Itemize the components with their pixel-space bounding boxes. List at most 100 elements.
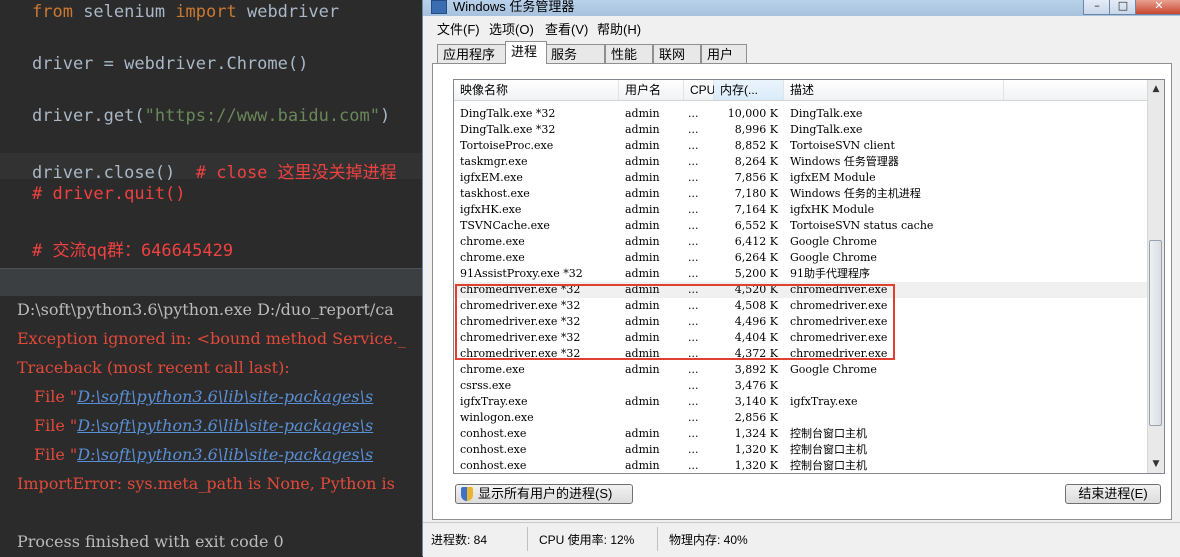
cell-description: igfxEM Module: [790, 171, 876, 184]
code-line-4[interactable]: driver.close() # close 这里没关掉进程: [32, 158, 397, 183]
table-row[interactable]: csrss.exe... 3,476 K: [454, 378, 1148, 394]
table-row[interactable]: DingTalk.exe *32 admin... 10,000 K DingTalk…: [454, 106, 1148, 122]
table-row[interactable]: taskhost.exe admin... 7,180 K Windows 任务的主机…: [454, 186, 1148, 202]
menu-file[interactable]: 文件(F): [437, 19, 480, 38]
close-button[interactable]: ✕: [1135, 0, 1180, 15]
cell-memory: 6,552 K: [734, 219, 778, 232]
table-row[interactable]: chromedriver.exe *32 admin... 4,496 K chrom…: [454, 314, 1148, 330]
table-row[interactable]: igfxEM.exe admin... 7,856 K igfxEM Module: [454, 170, 1148, 186]
code-line-3[interactable]: driver.get("https://www.baidu.com"): [32, 106, 390, 126]
end-process-button[interactable]: 结束进程(E): [1065, 484, 1161, 504]
table-row[interactable]: TortoiseProc.exe admin... 8,852 K TortoiseS…: [454, 138, 1148, 154]
menu-options[interactable]: 选项(O): [489, 19, 534, 38]
column-image-name[interactable]: 映像名称: [454, 80, 619, 100]
column-cpu[interactable]: CPU: [684, 80, 715, 100]
cell-description: chromedriver.exe: [790, 347, 888, 360]
tab-users[interactable]: 用户: [701, 44, 747, 63]
title-bar[interactable]: Windows 任务管理器 – □ ✕: [423, 0, 1180, 16]
show-all-users-button[interactable]: 显示所有用户的进程(S): [455, 484, 633, 504]
table-row[interactable]: igfxHK.exe admin... 7,164 K igfxHK Module: [454, 202, 1148, 218]
cell-description: igfxHK Module: [790, 203, 875, 216]
table-row[interactable]: igfxTray.exe admin... 3,140 K igfxTray.exe: [454, 394, 1148, 410]
table-row[interactable]: 91AssistProxy.exe *32 admin... 5,200 K 91助手…: [454, 266, 1148, 282]
code-keyword: from: [32, 2, 73, 22]
cell-memory: 6,264 K: [734, 251, 778, 264]
cell-user: admin: [625, 187, 660, 200]
code-text: webdriver: [236, 2, 340, 22]
menu-help[interactable]: 帮助(H): [597, 19, 641, 38]
minimize-button[interactable]: –: [1083, 0, 1111, 15]
file-link[interactable]: D:\soft\python3.6\lib\site-packages\s: [77, 445, 373, 464]
cell-memory: 7,180 K: [734, 187, 778, 200]
code-line-2[interactable]: driver = webdriver.Chrome(): [32, 54, 308, 74]
run-console[interactable]: D:\soft\python3.6\python.exe D:/duo_repo…: [0, 296, 430, 556]
table-row[interactable]: conhost.exe admin... 1,320 K 控制台窗口主机: [454, 442, 1148, 458]
tab-services[interactable]: 服务: [545, 44, 605, 63]
cell-image-name: 91AssistProxy.exe *32: [460, 267, 583, 280]
tab-processes[interactable]: 进程: [505, 41, 547, 64]
table-row[interactable]: TSVNCache.exe admin... 6,552 K TortoiseSVN …: [454, 218, 1148, 234]
code-comment: # 交流qq群：646645429: [32, 241, 234, 261]
code-line-6[interactable]: # 交流qq群：646645429: [32, 236, 233, 261]
task-manager-icon: [431, 0, 447, 14]
code-text: driver.get(: [32, 106, 145, 126]
column-description[interactable]: 描述: [784, 80, 1004, 100]
tab-networking[interactable]: 联网: [653, 44, 701, 63]
status-cpu-usage: CPU 使用率: 12%: [539, 533, 635, 547]
cell-user: admin: [625, 315, 660, 328]
cell-cpu: ...: [688, 331, 699, 344]
code-text: driver = webdriver.Chrome(): [32, 54, 309, 74]
cell-image-name: chrome.exe: [460, 251, 525, 264]
menu-view[interactable]: 查看(V): [545, 19, 588, 38]
code-editor[interactable]: from selenium import webdriver driver = …: [0, 0, 430, 270]
table-row[interactable]: DingTalk.exe *32 admin... 8,996 K DingTalk.…: [454, 122, 1148, 138]
file-link[interactable]: D:\soft\python3.6\lib\site-packages\s: [77, 387, 373, 406]
column-memory[interactable]: 内存(...: [714, 80, 784, 100]
table-row[interactable]: chrome.exe admin... 3,892 K Google Chrome: [454, 362, 1148, 378]
tab-performance[interactable]: 性能: [605, 44, 653, 63]
cell-memory: 1,320 K: [734, 459, 778, 472]
table-row[interactable]: chrome.exe admin... 6,412 K Google Chrome: [454, 234, 1148, 250]
table-row[interactable]: chromedriver.exe *32 admin... 4,372 K chrom…: [454, 346, 1148, 362]
task-manager-window[interactable]: Windows 任务管理器 – □ ✕ 文件(F) 选项(O) 查看(V) 帮助…: [422, 0, 1180, 557]
cell-cpu: ...: [688, 187, 699, 200]
table-row[interactable]: conhost.exe admin... 1,324 K 控制台窗口主机: [454, 426, 1148, 442]
table-row[interactable]: winlogon.exe... 2,856 K: [454, 410, 1148, 426]
console-exception: Exception ignored in: <bound method Serv…: [17, 329, 406, 348]
table-row[interactable]: chromedriver.exe *32 admin... 4,520 K chrom…: [454, 282, 1148, 298]
scroll-down-arrow-icon[interactable]: ▼: [1148, 457, 1164, 471]
cell-cpu: ...: [688, 139, 699, 152]
cell-memory: 4,496 K: [734, 315, 778, 328]
cell-memory: 6,412 K: [734, 235, 778, 248]
tab-applications[interactable]: 应用程序: [437, 44, 507, 63]
cell-description: Windows 任务管理器: [790, 155, 899, 168]
cell-description: chromedriver.exe: [790, 315, 888, 328]
table-row[interactable]: chromedriver.exe *32 admin... 4,404 K chrom…: [454, 330, 1148, 346]
cell-image-name: chrome.exe: [460, 235, 525, 248]
scroll-up-arrow-icon[interactable]: ▲: [1148, 82, 1164, 96]
vertical-scrollbar[interactable]: ▲ ▼: [1147, 80, 1164, 473]
cell-cpu: ...: [688, 427, 699, 440]
panel-divider[interactable]: [0, 268, 430, 297]
code-line-1[interactable]: from selenium import webdriver: [32, 2, 339, 22]
table-row[interactable]: conhost.exe admin... 1,320 K 控制台窗口主机: [454, 458, 1148, 473]
column-user[interactable]: 用户名: [619, 80, 684, 100]
code-line-5[interactable]: # driver.quit(): [32, 184, 186, 204]
file-link[interactable]: D:\soft\python3.6\lib\site-packages\s: [77, 416, 373, 435]
table-row[interactable]: taskmgr.exe admin... 8,264 K Windows 任务管理器: [454, 154, 1148, 170]
cell-image-name: TSVNCache.exe: [460, 219, 550, 232]
scrollbar-thumb[interactable]: [1149, 240, 1162, 426]
cell-cpu: ...: [688, 107, 699, 120]
cell-memory: 4,520 K: [734, 283, 778, 296]
table-row[interactable]: chromedriver.exe *32 admin... 4,508 K chrom…: [454, 298, 1148, 314]
cell-memory: 8,852 K: [734, 139, 778, 152]
cell-description: 91助手代理程序: [790, 267, 870, 280]
process-list-header: 映像名称 用户名 CPU 内存(... 描述: [454, 80, 1148, 101]
table-row[interactable]: chrome.exe admin... 6,264 K Google Chrome: [454, 250, 1148, 266]
cell-image-name: chromedriver.exe *32: [460, 331, 581, 344]
maximize-button[interactable]: □: [1109, 0, 1137, 15]
cell-cpu: ...: [688, 123, 699, 136]
code-comment: # driver.quit(): [32, 184, 186, 204]
process-list[interactable]: 映像名称 用户名 CPU 内存(... 描述 DingTalk.exe *32 a…: [453, 79, 1165, 474]
show-all-users-label: 显示所有用户的进程(S): [478, 486, 613, 501]
